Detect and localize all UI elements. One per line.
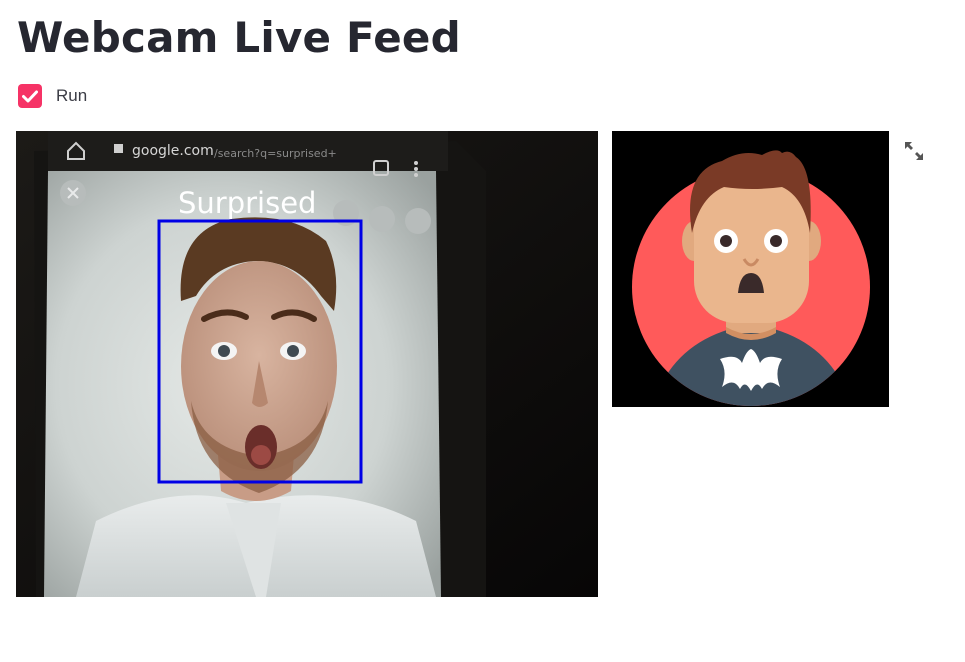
browser-address-text: google.com [132, 143, 214, 159]
fullscreen-button[interactable] [903, 140, 925, 162]
webcam-feed-scene: google.com /search?q=surprised+ Surprise… [16, 131, 598, 597]
more-icon [414, 161, 418, 177]
run-checkbox[interactable]: Run [18, 84, 87, 108]
webcam-feed-image: google.com /search?q=surprised+ Surprise… [16, 131, 598, 597]
emotion-label: Surprised [178, 186, 316, 220]
save-icon [405, 208, 431, 234]
run-checkbox-label: Run [56, 86, 88, 105]
expand-icon [905, 142, 923, 160]
lock-icon [114, 144, 123, 153]
browser-path-text: /search?q=surprised+ [214, 147, 337, 160]
emotion-emoji-image [612, 131, 889, 407]
run-checkbox-box[interactable] [18, 84, 42, 108]
surprised-avatar-icon [632, 150, 870, 406]
page-title: Webcam Live Feed [17, 13, 461, 62]
close-icon [60, 180, 86, 206]
check-icon [22, 90, 38, 102]
share-icon [369, 206, 395, 232]
